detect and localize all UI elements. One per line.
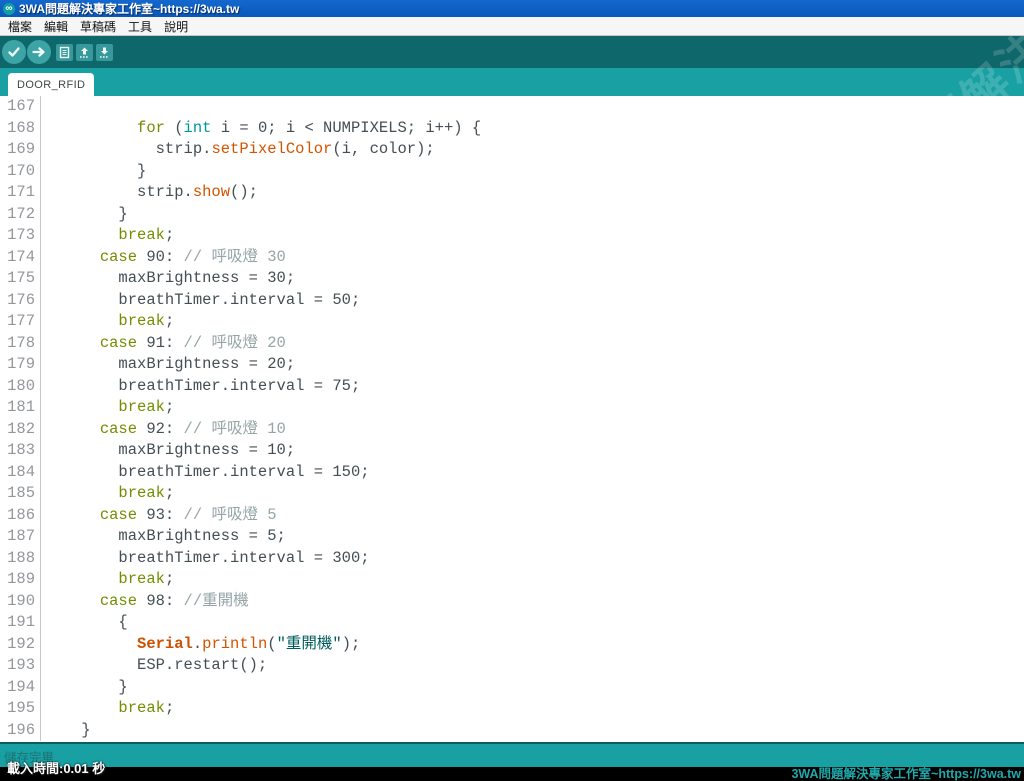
check-icon — [6, 44, 22, 60]
line-number: 171 — [0, 182, 41, 204]
line-number: 194 — [0, 677, 41, 699]
line-number: 193 — [0, 655, 41, 677]
status-bar: 儲存完畢 — [0, 742, 1024, 767]
code-line: 182 case 92: // 呼吸燈 10 — [0, 419, 1024, 441]
new-sketch-button[interactable] — [56, 44, 73, 61]
line-number: 190 — [0, 591, 41, 613]
code-line: 194 } — [0, 677, 1024, 699]
tab-door-rfid[interactable]: DOOR_RFID — [8, 73, 94, 96]
line-number: 172 — [0, 204, 41, 226]
line-number: 188 — [0, 548, 41, 570]
console-watermark: 3WA問題解決專家工作室~https://3wa.tw — [791, 767, 1021, 781]
code-line: 175 maxBrightness = 30; — [0, 268, 1024, 290]
save-button[interactable] — [96, 44, 113, 61]
line-number: 169 — [0, 139, 41, 161]
code-line: 179 maxBrightness = 20; — [0, 354, 1024, 376]
line-number: 189 — [0, 569, 41, 591]
code-line: 183 maxBrightness = 10; — [0, 440, 1024, 462]
code-line: 181 break; — [0, 397, 1024, 419]
window-title: 3WA問題解決專家工作室~https://3wa.tw — [19, 0, 239, 17]
code-line: 188 breathTimer.interval = 300; — [0, 548, 1024, 570]
line-number: 173 — [0, 225, 41, 247]
code-line: 180 breathTimer.interval = 75; — [0, 376, 1024, 398]
code-line: 177 break; — [0, 311, 1024, 333]
line-number: 192 — [0, 634, 41, 656]
console-output: 3WA問題解決專家工作室~https://3wa.tw — [0, 767, 1024, 781]
code-line: 190 case 98: //重開機 — [0, 591, 1024, 613]
line-number: 195 — [0, 698, 41, 720]
line-number: 184 — [0, 462, 41, 484]
line-number: 181 — [0, 397, 41, 419]
line-number: 177 — [0, 311, 41, 333]
line-number: 179 — [0, 354, 41, 376]
app-icon: ∞ — [3, 3, 15, 15]
menu-bar: 檔案 編輯 草稿碼 工具 說明 — [0, 17, 1024, 36]
line-number: 183 — [0, 440, 41, 462]
code-lines: 167168 for (int i = 0; i < NUMPIXELS; i+… — [0, 96, 1024, 741]
line-number: 178 — [0, 333, 41, 355]
code-line: 169 strip.setPixelColor(i, color); — [0, 139, 1024, 161]
menu-tools[interactable]: 工具 — [122, 18, 158, 35]
code-line: 185 break; — [0, 483, 1024, 505]
line-number: 174 — [0, 247, 41, 269]
code-editor[interactable]: 167168 for (int i = 0; i < NUMPIXELS; i+… — [0, 96, 1024, 742]
ide-header: DOOR_RFID 問題解決 — [0, 36, 1024, 96]
code-line: 173 break; — [0, 225, 1024, 247]
line-number: 170 — [0, 161, 41, 183]
code-line: 167 — [0, 96, 1024, 118]
line-number: 191 — [0, 612, 41, 634]
file-buttons — [56, 44, 113, 61]
code-line: 187 maxBrightness = 5; — [0, 526, 1024, 548]
line-number: 176 — [0, 290, 41, 312]
code-line: 168 for (int i = 0; i < NUMPIXELS; i++) … — [0, 118, 1024, 140]
code-line: 172 } — [0, 204, 1024, 226]
code-line: 171 strip.show(); — [0, 182, 1024, 204]
arrow-down-icon — [98, 46, 111, 59]
menu-sketch[interactable]: 草稿碼 — [74, 18, 122, 35]
line-number: 182 — [0, 419, 41, 441]
code-line: 178 case 91: // 呼吸燈 20 — [0, 333, 1024, 355]
open-button[interactable] — [76, 44, 93, 61]
arduino-ide-window: ∞ 3WA問題解決專家工作室~https://3wa.tw 檔案 編輯 草稿碼 … — [0, 0, 1024, 781]
code-line: 195 break; — [0, 698, 1024, 720]
code-line: 196 } — [0, 720, 1024, 742]
code-line: 192 Serial.println("重開機"); — [0, 634, 1024, 656]
arrow-right-icon — [31, 44, 47, 60]
menu-help[interactable]: 說明 — [158, 18, 194, 35]
code-line: 176 breathTimer.interval = 50; — [0, 290, 1024, 312]
line-number: 196 — [0, 720, 41, 742]
line-number: 167 — [0, 96, 41, 118]
code-line: 191 { — [0, 612, 1024, 634]
upload-button[interactable] — [27, 40, 51, 64]
document-icon — [58, 46, 71, 59]
line-number: 175 — [0, 268, 41, 290]
tab-bar: DOOR_RFID — [0, 68, 1024, 96]
toolbar — [0, 36, 1024, 68]
arrow-up-icon — [78, 46, 91, 59]
line-number: 187 — [0, 526, 41, 548]
code-line: 170 } — [0, 161, 1024, 183]
menu-file[interactable]: 檔案 — [2, 18, 38, 35]
line-number: 186 — [0, 505, 41, 527]
code-line: 186 case 93: // 呼吸燈 5 — [0, 505, 1024, 527]
line-number: 185 — [0, 483, 41, 505]
title-bar: ∞ 3WA問題解決專家工作室~https://3wa.tw — [0, 0, 1024, 17]
line-number: 180 — [0, 376, 41, 398]
code-line: 193 ESP.restart(); — [0, 655, 1024, 677]
code-line: 174 case 90: // 呼吸燈 30 — [0, 247, 1024, 269]
line-number: 168 — [0, 118, 41, 140]
code-line: 184 breathTimer.interval = 150; — [0, 462, 1024, 484]
load-time-text: 載入時間:0.01 秒 — [7, 758, 105, 777]
code-line: 189 break; — [0, 569, 1024, 591]
verify-button[interactable] — [2, 40, 26, 64]
menu-edit[interactable]: 編輯 — [38, 18, 74, 35]
